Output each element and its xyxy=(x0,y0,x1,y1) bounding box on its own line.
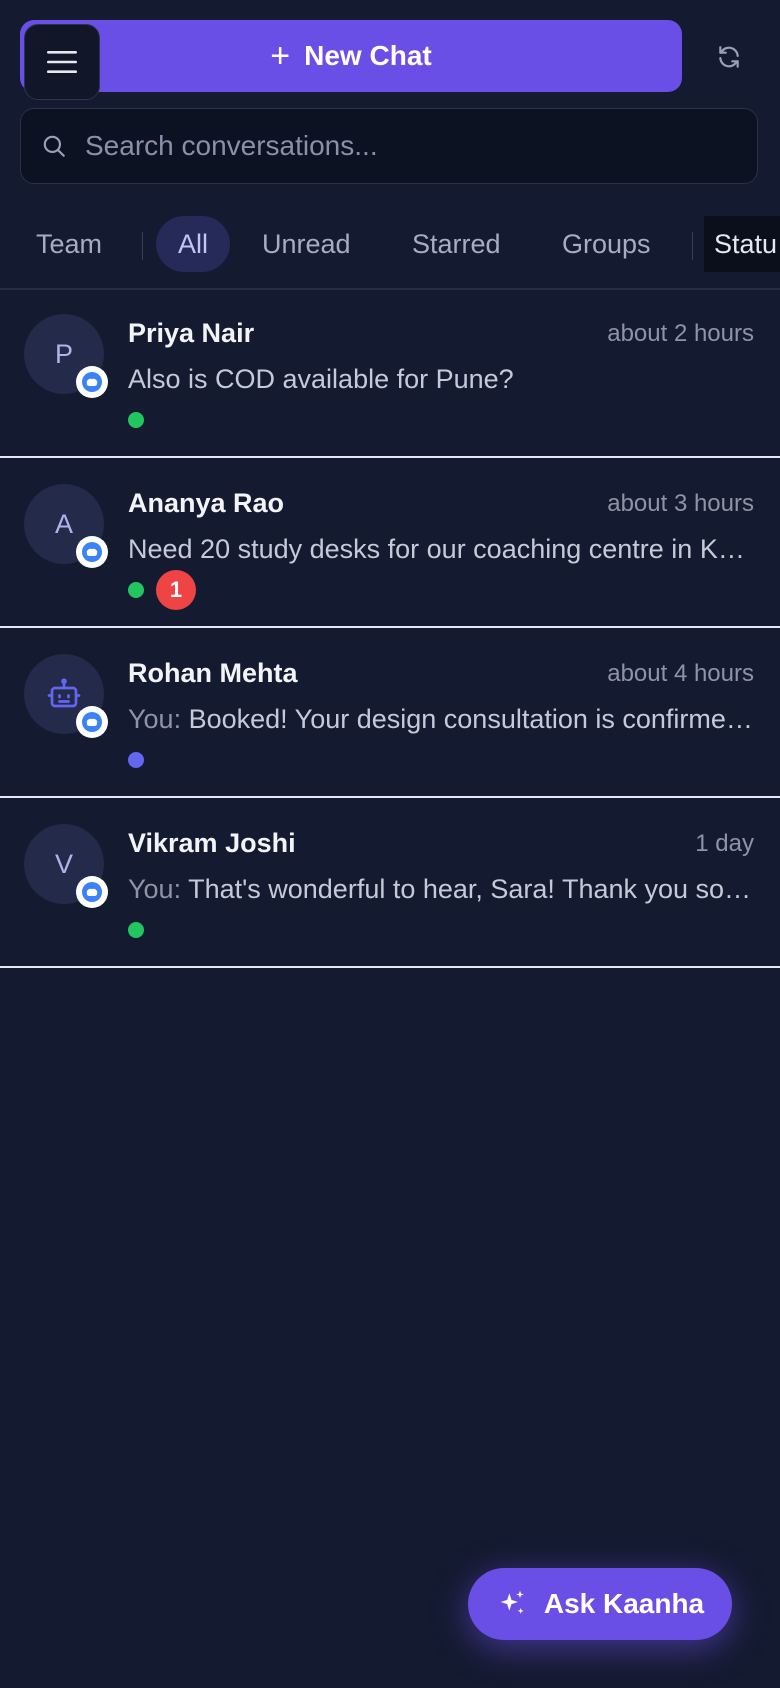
chat-bubble-icon xyxy=(76,366,108,398)
message-preview: Need 20 study desks for our coaching cen… xyxy=(128,534,754,565)
bot-status-dot xyxy=(128,752,144,768)
tab-unread[interactable]: Unread xyxy=(240,216,373,272)
new-chat-button[interactable]: + New Chat xyxy=(20,20,682,92)
search-input[interactable] xyxy=(85,130,725,162)
chat-bubble-icon xyxy=(76,876,108,908)
conversation-row[interactable]: Rohan Mehta about 4 hours You: Booked! Y… xyxy=(0,630,780,798)
avatar-initial: V xyxy=(54,848,73,879)
timestamp: about 2 hours xyxy=(607,320,754,347)
conversation-row[interactable]: V Vikram Joshi 1 day You: That's wonderf… xyxy=(0,800,780,968)
sparkles-icon xyxy=(500,1590,524,1614)
contact-name: Ananya Rao xyxy=(128,488,285,518)
conversation-row[interactable]: P Priya Nair about 2 hours Also is COD a… xyxy=(0,290,780,458)
tab-groups[interactable]: Groups xyxy=(540,216,673,272)
search-icon xyxy=(43,135,65,157)
new-chat-label: New Chat xyxy=(304,40,432,71)
tab-status[interactable]: Statu xyxy=(704,216,780,272)
ask-kaanha-label: Ask Kaanha xyxy=(543,1588,705,1619)
chat-bubble-icon xyxy=(76,536,108,568)
avatar-initial: A xyxy=(54,508,73,539)
conversation-row[interactable]: A Ananya Rao about 3 hours Need 20 study… xyxy=(0,460,780,628)
message-preview: You: Booked! Your design consultation is… xyxy=(128,704,754,735)
message-preview-text: Also is COD available for Pune? xyxy=(128,364,514,394)
refresh-button[interactable] xyxy=(708,36,750,78)
online-status-dot xyxy=(128,922,144,938)
plus-icon: + xyxy=(270,37,291,75)
bot-icon xyxy=(47,678,81,708)
message-preview-text: That's wonderful to hear, Sara! Thank yo… xyxy=(188,874,754,904)
message-preview: Also is COD available for Pune? xyxy=(128,364,754,395)
tab-separator xyxy=(692,232,693,260)
message-preview-text: Need 20 study desks for our coaching cen… xyxy=(128,534,754,564)
contact-name: Priya Nair xyxy=(128,318,255,348)
online-status-dot xyxy=(128,582,144,598)
tab-starred[interactable]: Starred xyxy=(390,216,523,272)
timestamp: about 3 hours xyxy=(607,490,754,517)
you-prefix: You: xyxy=(128,874,189,904)
chat-list-screen: + New Chat Team All Unread Starred Group… xyxy=(0,0,780,1688)
message-preview: You: That's wonderful to hear, Sara! Tha… xyxy=(128,874,754,905)
refresh-icon xyxy=(719,46,739,68)
tab-team[interactable]: Team xyxy=(14,216,124,272)
timestamp: about 4 hours xyxy=(607,660,754,687)
tab-all[interactable]: All xyxy=(156,216,231,272)
menu-button[interactable] xyxy=(24,24,100,100)
online-status-dot xyxy=(128,412,144,428)
unread-badge: 1 xyxy=(156,570,196,610)
hamburger-icon xyxy=(47,51,77,73)
filter-tabs: Team All Unread Starred Groups Statu xyxy=(0,216,780,274)
timestamp: 1 day xyxy=(695,830,754,857)
tab-separator xyxy=(142,232,143,260)
you-prefix: You: xyxy=(128,704,189,734)
avatar-initial: P xyxy=(54,338,73,369)
ask-kaanha-button[interactable]: Ask Kaanha xyxy=(468,1568,732,1640)
chat-bubble-icon xyxy=(76,706,108,738)
contact-name: Vikram Joshi xyxy=(128,828,296,858)
search-bar xyxy=(20,108,758,184)
message-preview-text: Booked! Your design consultation is conf… xyxy=(188,704,754,734)
contact-name: Rohan Mehta xyxy=(128,658,298,688)
